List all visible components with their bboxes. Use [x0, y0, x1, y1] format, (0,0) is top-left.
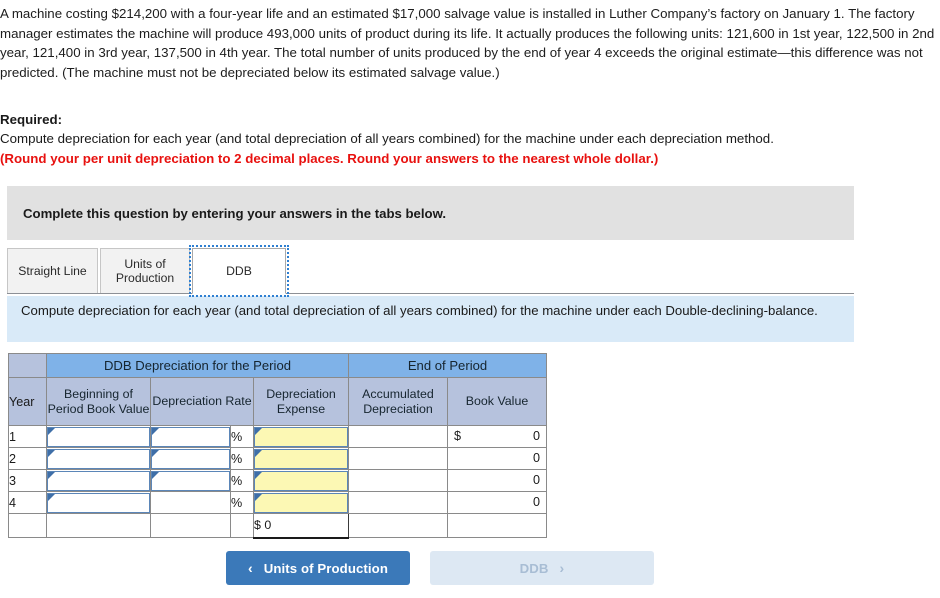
tab-instruction-text: Compute depreciation for each year (and … [21, 303, 818, 318]
tab-units-of-production-label: Units of Production [115, 256, 175, 286]
total-dollar-sign: $ [254, 518, 261, 533]
row-year-1: 1 [8, 425, 47, 448]
cell-book-value-2: 0 [447, 447, 547, 470]
row-year-3: 3 [8, 469, 47, 492]
tab-list: Straight Line Units of Production DDB [7, 245, 289, 297]
total-row-spacer-accumulated [348, 513, 448, 538]
input-depreciation-expense-4[interactable] [254, 492, 348, 513]
cell-depreciation-rate-1 [150, 425, 231, 448]
total-row-spacer-year [8, 513, 47, 538]
table-column-header-row: Year Beginning of Period Book Value Depr… [8, 377, 547, 426]
input-depreciation-rate-2[interactable] [151, 448, 230, 469]
percent-symbol-2: % [230, 447, 254, 470]
row-year-2: 2 [8, 447, 47, 470]
tab-straight-line-label: Straight Line [18, 263, 87, 278]
input-depreciation-expense-2[interactable] [254, 448, 348, 469]
percent-symbol-3: % [230, 469, 254, 492]
total-row-spacer-book-value [447, 513, 547, 538]
table-body: 1 % $ 0 2 % 0 3 % 0 4 % 0 $ 0 [8, 425, 547, 539]
input-depreciation-expense-3[interactable] [254, 470, 348, 491]
table-head: DDB Depreciation for the Period End of P… [8, 353, 547, 426]
cell-beginning-book-value-3 [46, 469, 151, 492]
previous-tab-button[interactable]: ‹ Units of Production [226, 551, 410, 585]
col-header-beginning-book-value: Beginning of Period Book Value [46, 377, 151, 426]
chevron-left-icon: ‹ [247, 560, 253, 576]
cell-book-value-3: 0 [447, 469, 547, 492]
total-row-spacer-percent [230, 513, 254, 538]
cell-book-value-4: 0 [447, 491, 547, 514]
cell-depreciation-rate-3 [150, 469, 231, 492]
total-row-spacer-beginning [46, 513, 151, 538]
table-total-row: $ 0 [8, 513, 547, 539]
cell-depreciation-expense-2 [253, 447, 349, 470]
book-value-dollar-sign-1: $ [454, 429, 462, 443]
cell-depreciation-expense-3 [253, 469, 349, 492]
input-depreciation-rate-1[interactable] [151, 426, 230, 447]
instruction-panel: Complete this question by entering your … [7, 186, 854, 240]
required-section: Required: Compute depreciation for each … [0, 110, 936, 168]
tab-instruction-band: Compute depreciation for each year (and … [7, 296, 854, 342]
cell-accumulated-depreciation-1 [348, 425, 448, 448]
input-depreciation-rate-4[interactable] [151, 493, 230, 513]
problem-statement: A machine costing $214,200 with a four-y… [0, 6, 935, 80]
table-row: 1 % $ 0 [8, 425, 547, 448]
cell-accumulated-depreciation-2 [348, 447, 448, 470]
cell-total-depreciation-expense: $ 0 [253, 513, 349, 539]
input-depreciation-rate-3[interactable] [151, 470, 230, 491]
next-tab-button[interactable]: DDB › [430, 551, 654, 585]
book-value-amount-3: 0 [532, 473, 540, 487]
cell-accumulated-depreciation-4 [348, 491, 448, 514]
previous-tab-button-label: Units of Production [263, 560, 388, 576]
col-header-year: Year [8, 377, 47, 426]
required-heading: Required: [0, 112, 63, 127]
total-depreciation-expense-amount: 0 [264, 518, 272, 533]
tab-straight-line[interactable]: Straight Line [7, 248, 98, 294]
cell-beginning-book-value-1 [46, 425, 151, 448]
row-year-4: 4 [8, 491, 47, 514]
cell-beginning-book-value-2 [46, 447, 151, 470]
book-value-amount-1: 0 [532, 429, 540, 443]
tab-units-of-production[interactable]: Units of Production [100, 248, 190, 294]
col-header-depreciation-rate: Depreciation Rate [150, 377, 254, 426]
next-tab-button-label: DDB [519, 560, 549, 576]
table-row: 2 % 0 [8, 447, 547, 470]
input-beginning-book-value-2[interactable] [47, 448, 150, 469]
input-beginning-book-value-1[interactable] [47, 426, 150, 447]
table-row: 3 % 0 [8, 469, 547, 492]
tab-navigation-bar: ‹ Units of Production DDB › [0, 551, 940, 587]
instruction-panel-text: Complete this question by entering your … [23, 205, 447, 221]
tab-bar: Straight Line Units of Production DDB [7, 245, 854, 297]
input-depreciation-expense-1[interactable] [254, 426, 348, 447]
cell-depreciation-rate-2 [150, 447, 231, 470]
cell-accumulated-depreciation-3 [348, 469, 448, 492]
rounding-note: (Round your per unit depreciation to 2 d… [0, 150, 659, 166]
tab-ddb[interactable]: DDB [189, 245, 289, 297]
col-header-depreciation-expense: Depreciation Expense [253, 377, 349, 426]
percent-symbol-1: % [230, 425, 254, 448]
book-value-amount-4: 0 [532, 495, 540, 509]
chevron-right-icon: › [559, 560, 565, 576]
tab-bar-underline [7, 293, 854, 294]
assignment-page: A machine costing $214,200 with a four-y… [0, 0, 940, 598]
cell-beginning-book-value-4 [46, 491, 151, 514]
cell-depreciation-expense-4 [253, 491, 349, 514]
table-row: 4 % 0 [8, 491, 547, 514]
book-value-amount-2: 0 [532, 451, 540, 465]
total-row-spacer-rate [150, 513, 231, 538]
cell-book-value-1: $ 0 [447, 425, 547, 448]
group-header-period: DDB Depreciation for the Period [46, 353, 349, 378]
cell-depreciation-expense-1 [253, 425, 349, 448]
cell-depreciation-rate-4 [150, 491, 231, 514]
input-beginning-book-value-4[interactable] [47, 492, 150, 513]
table-corner-cell [8, 353, 47, 378]
col-header-accumulated-depreciation: Accumulated Depreciation [348, 377, 448, 426]
ddb-depreciation-table: DDB Depreciation for the Period End of P… [8, 353, 547, 539]
tab-ddb-label: DDB [226, 263, 252, 278]
table-group-header-row: DDB Depreciation for the Period End of P… [8, 353, 547, 378]
col-header-book-value: Book Value [447, 377, 547, 426]
required-description: Compute depreciation for each year (and … [0, 131, 774, 146]
percent-symbol-4: % [230, 491, 254, 514]
group-header-end-of-period: End of Period [348, 353, 547, 378]
input-beginning-book-value-3[interactable] [47, 470, 150, 491]
